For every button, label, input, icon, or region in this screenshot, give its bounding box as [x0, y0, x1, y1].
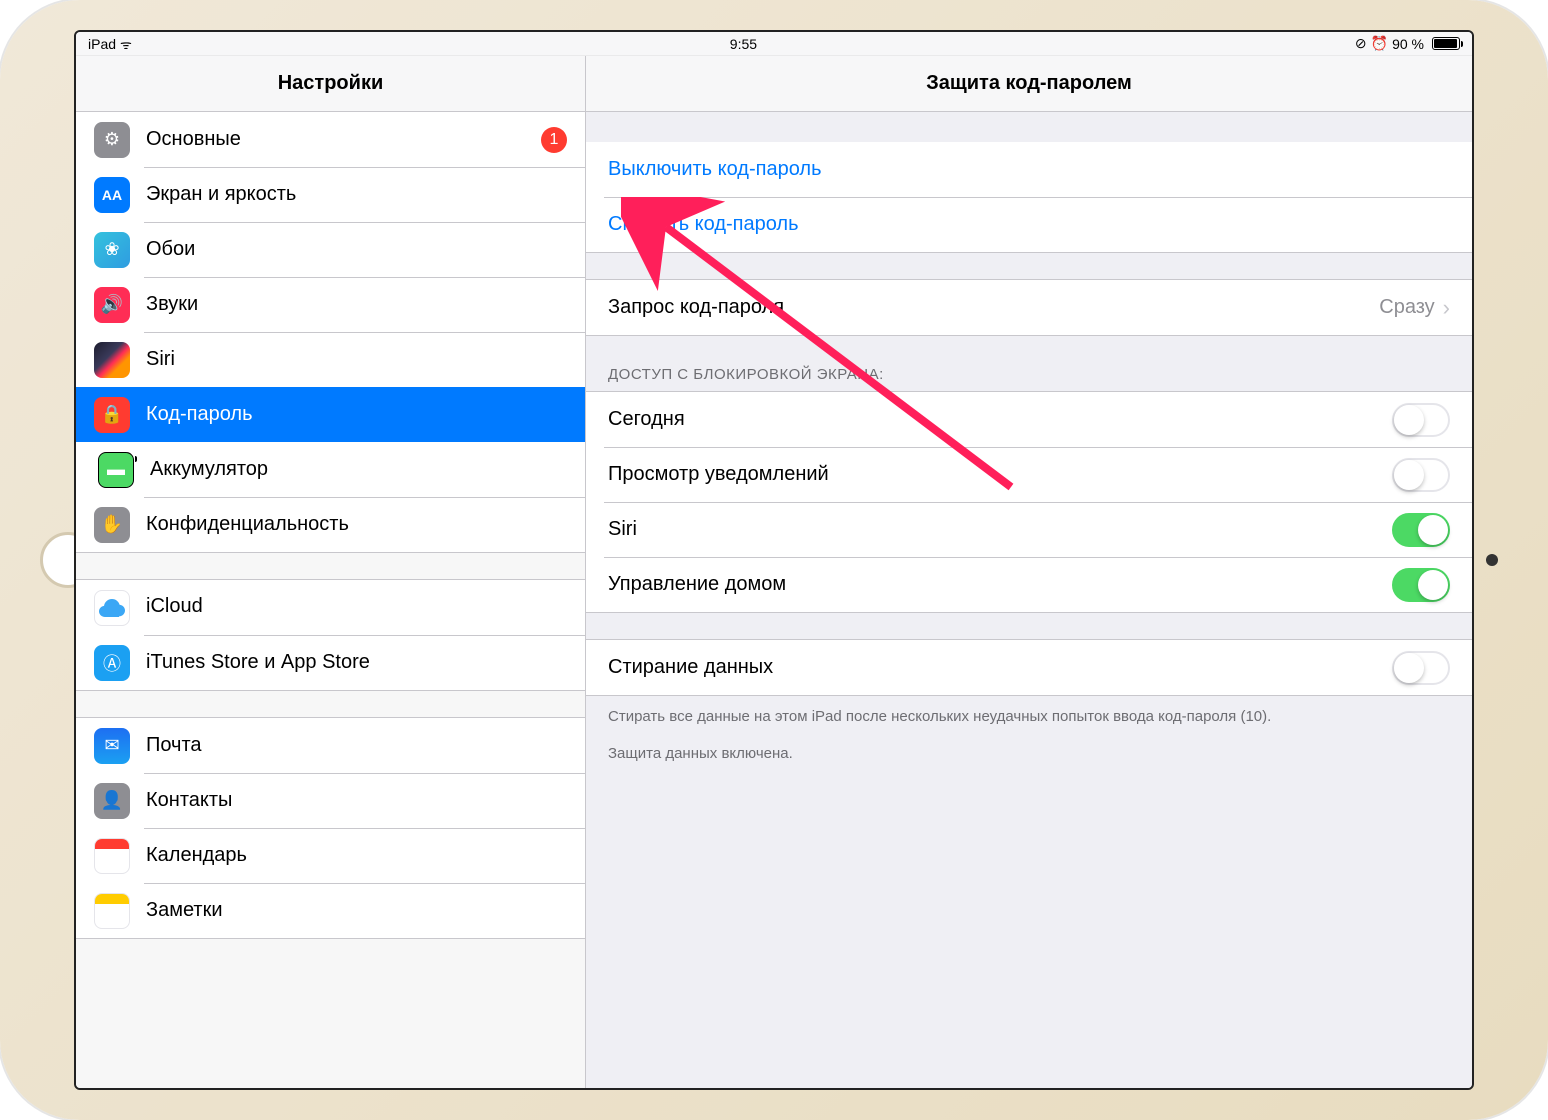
row-label: Запрос код-пароля [608, 296, 1379, 319]
sidebar-item-label: iTunes Store и App Store [146, 651, 567, 674]
camera [1486, 554, 1498, 566]
sidebar-item-label: Звуки [146, 293, 567, 316]
cloud-icon [94, 590, 130, 626]
erase-data-row[interactable]: Стирание данных [586, 640, 1472, 695]
toggle-today[interactable] [1392, 403, 1450, 437]
sidebar-item-label: Основные [146, 128, 541, 151]
row-label: Управление домом [608, 573, 1392, 596]
sidebar-item-siri[interactable]: Siri [76, 332, 585, 387]
sidebar-item-icloud[interactable]: iCloud [76, 580, 585, 635]
access-siri-row[interactable]: Siri [586, 502, 1472, 557]
battery-pct: 90 % [1392, 36, 1424, 52]
wallpaper-icon: ❀ [94, 232, 130, 268]
calendar-icon [94, 838, 130, 874]
row-label: Стирание данных [608, 656, 1392, 679]
header: Настройки Защита код-паролем [76, 56, 1472, 112]
row-label: Сменить код-пароль [608, 213, 799, 236]
sidebar-item-passcode[interactable]: 🔒 Код-пароль [76, 387, 585, 442]
section-header-lockscreen-access: ДОСТУП С БЛОКИРОВКОЙ ЭКРАНА: [586, 336, 1472, 391]
sidebar-item-wallpaper[interactable]: ❀ Обои [76, 222, 585, 277]
hand-icon: ✋ [94, 507, 130, 543]
change-passcode-button[interactable]: Сменить код-пароль [586, 197, 1472, 252]
status-time: 9:55 [730, 36, 757, 52]
sidebar-item-label: Конфиденциальность [146, 513, 567, 536]
sidebar-item-notes[interactable]: Заметки [76, 883, 585, 938]
contacts-icon: 👤 [94, 783, 130, 819]
row-value: Сразу [1379, 296, 1434, 319]
sidebar-item-appstore[interactable]: Ⓐ iTunes Store и App Store [76, 635, 585, 690]
access-notifications-row[interactable]: Просмотр уведомлений [586, 447, 1472, 502]
row-label: Siri [608, 518, 1392, 541]
ipad-frame: iPad 9:55 ⊘ ⏰ 90 % Настройки Защита код-… [0, 0, 1548, 1120]
protection-footer-text: Защита данных включена. [586, 733, 1472, 770]
battery-icon: ▬ [98, 452, 134, 488]
notes-icon [94, 893, 130, 929]
sidebar-item-contacts[interactable]: 👤 Контакты [76, 773, 585, 828]
wifi-icon [120, 35, 132, 53]
speaker-icon: 🔊 [94, 287, 130, 323]
sidebar-item-label: Заметки [146, 899, 567, 922]
toggle-erase[interactable] [1392, 651, 1450, 685]
header-settings-title: Настройки [76, 56, 586, 111]
sidebar-item-label: Экран и яркость [146, 183, 567, 206]
sidebar-item-label: Календарь [146, 844, 567, 867]
lock-icon: 🔒 [94, 397, 130, 433]
screen: iPad 9:55 ⊘ ⏰ 90 % Настройки Защита код-… [74, 30, 1474, 1090]
sidebar-item-label: Контакты [146, 789, 567, 812]
orientation-lock-icon: ⊘ [1355, 35, 1367, 52]
detail-content[interactable]: Выключить код-пароль Сменить код-пароль … [586, 112, 1472, 1088]
appstore-icon: Ⓐ [94, 645, 130, 681]
chevron-right-icon: › [1443, 295, 1450, 321]
notification-badge: 1 [541, 127, 567, 153]
row-label: Просмотр уведомлений [608, 463, 1392, 486]
status-bar: iPad 9:55 ⊘ ⏰ 90 % [76, 32, 1472, 56]
display-icon: AA [94, 177, 130, 213]
sidebar-item-sounds[interactable]: 🔊 Звуки [76, 277, 585, 332]
require-passcode-row[interactable]: Запрос код-пароля Сразу › [586, 280, 1472, 335]
sidebar-item-general[interactable]: ⚙ Основные 1 [76, 112, 585, 167]
gear-icon: ⚙ [94, 122, 130, 158]
toggle-home[interactable] [1392, 568, 1450, 602]
turn-off-passcode-button[interactable]: Выключить код-пароль [586, 142, 1472, 197]
toggle-notifications[interactable] [1392, 458, 1450, 492]
sidebar-item-label: Siri [146, 348, 567, 371]
sidebar-item-label: Почта [146, 734, 567, 757]
access-today-row[interactable]: Сегодня [586, 392, 1472, 447]
row-label: Выключить код-пароль [608, 158, 822, 181]
sidebar-item-calendar[interactable]: Календарь [76, 828, 585, 883]
alarm-icon: ⏰ [1371, 35, 1388, 52]
device-label: iPad [88, 36, 116, 52]
battery-icon [1432, 37, 1460, 50]
header-detail-title: Защита код-паролем [586, 56, 1472, 111]
sidebar-item-label: Аккумулятор [150, 458, 567, 481]
mail-icon: ✉ [94, 728, 130, 764]
sidebar-item-label: Код-пароль [146, 403, 567, 426]
sidebar-item-mail[interactable]: ✉ Почта [76, 718, 585, 773]
sidebar-item-display[interactable]: AA Экран и яркость [76, 167, 585, 222]
sidebar-item-label: iCloud [146, 595, 203, 618]
sidebar-item-battery[interactable]: ▬ Аккумулятор [76, 442, 585, 497]
sidebar-item-label: Обои [146, 238, 567, 261]
siri-icon [94, 342, 130, 378]
sidebar[interactable]: ⚙ Основные 1 AA Экран и яркость ❀ Обои 🔊 [76, 112, 586, 1088]
toggle-siri[interactable] [1392, 513, 1450, 547]
row-label: Сегодня [608, 408, 1392, 431]
erase-footer-text: Стирать все данные на этом iPad после не… [586, 696, 1472, 733]
sidebar-item-privacy[interactable]: ✋ Конфиденциальность [76, 497, 585, 552]
access-home-row[interactable]: Управление домом [586, 557, 1472, 612]
